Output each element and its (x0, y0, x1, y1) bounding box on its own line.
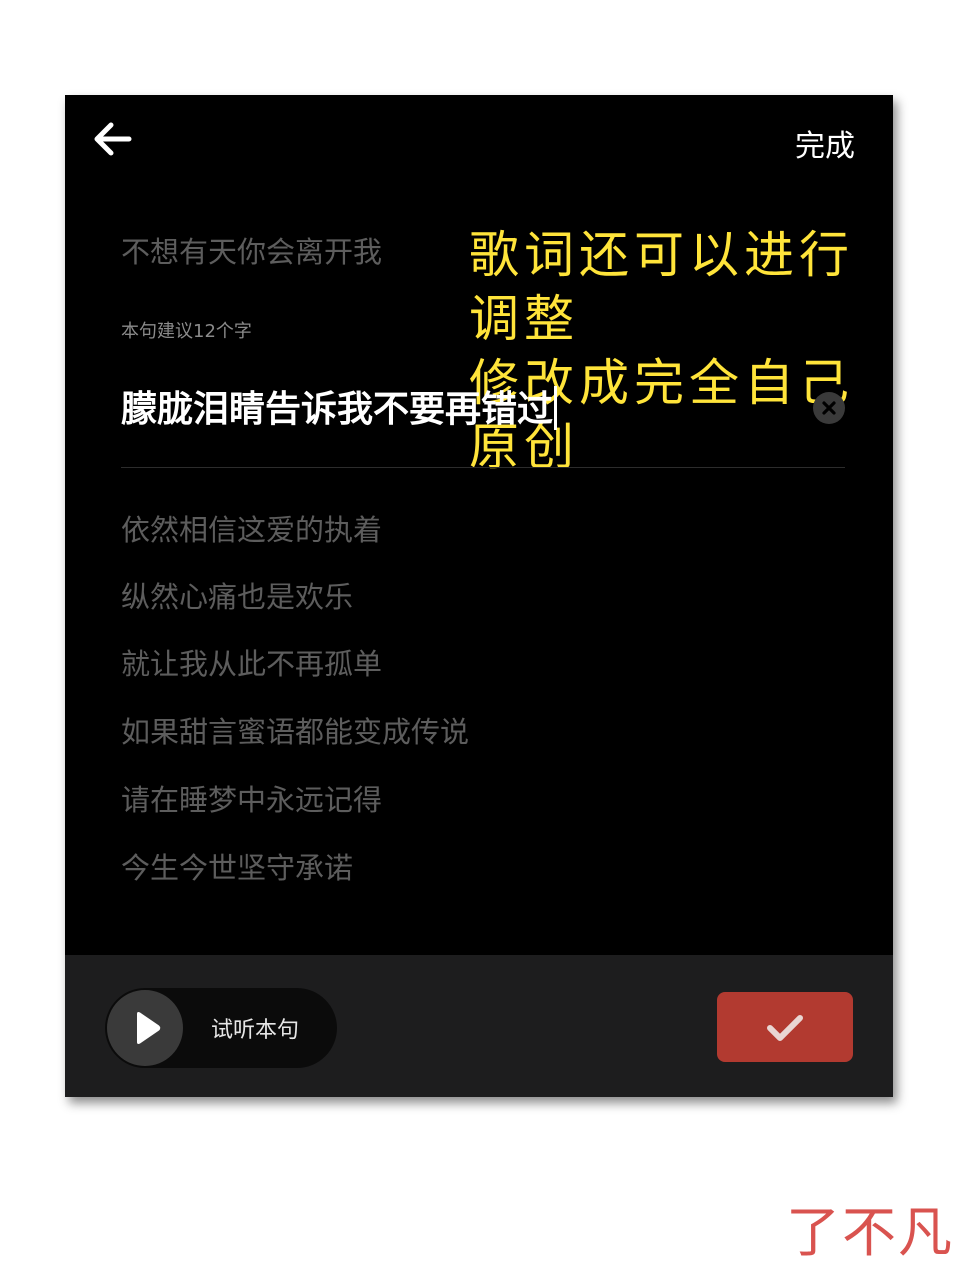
done-button[interactable]: 完成 (795, 121, 855, 165)
watermark-signature: 了不凡 (786, 1201, 954, 1264)
text-caret (554, 386, 558, 430)
clear-input-button[interactable] (813, 392, 845, 424)
lyric-line[interactable]: 依然相信这爱的执着 (121, 507, 382, 549)
character-count-hint: 本句建议12个字 (121, 321, 252, 342)
lyric-line[interactable]: 请在睡梦中永远记得 (121, 777, 382, 819)
annotation-overlay: 歌词还可以进行调整 修改成完全自己原创 (469, 223, 893, 479)
play-icon (137, 1012, 161, 1044)
checkmark-icon (767, 1015, 803, 1041)
preview-line-label: 试听本句 (211, 1018, 300, 1043)
lyric-line[interactable]: 如果甜言蜜语都能变成传说 (121, 709, 469, 751)
input-divider (121, 467, 845, 468)
lyric-line[interactable]: 今生今世坚守承诺 (121, 845, 353, 887)
bottom-toolbar: 试听本句 (65, 955, 893, 1097)
close-icon (822, 401, 836, 415)
arrow-left-icon (94, 122, 132, 156)
preview-line-button[interactable]: 试听本句 (105, 988, 337, 1068)
previous-lyric-line[interactable]: 不想有天你会离开我 (121, 229, 382, 271)
play-button-circle (107, 990, 183, 1066)
lyric-editor-screen: 完成 不想有天你会离开我 本句建议12个字 歌词还可以进行调整 修改成完全自己原… (65, 95, 893, 1097)
lyric-edit-input[interactable]: 朦胧泪睛告诉我不要再错过 (121, 380, 558, 440)
confirm-button[interactable] (717, 992, 853, 1062)
back-button[interactable] (91, 117, 135, 161)
annotation-line-1: 歌词还可以进行调整 (469, 226, 854, 348)
lyric-edit-row: 朦胧泪睛告诉我不要再错过 (121, 380, 845, 440)
lyric-line[interactable]: 纵然心痛也是欢乐 (121, 574, 353, 616)
lyric-line[interactable]: 就让我从此不再孤单 (121, 641, 382, 683)
lyric-edit-text: 朦胧泪睛告诉我不要再错过 (121, 389, 554, 430)
